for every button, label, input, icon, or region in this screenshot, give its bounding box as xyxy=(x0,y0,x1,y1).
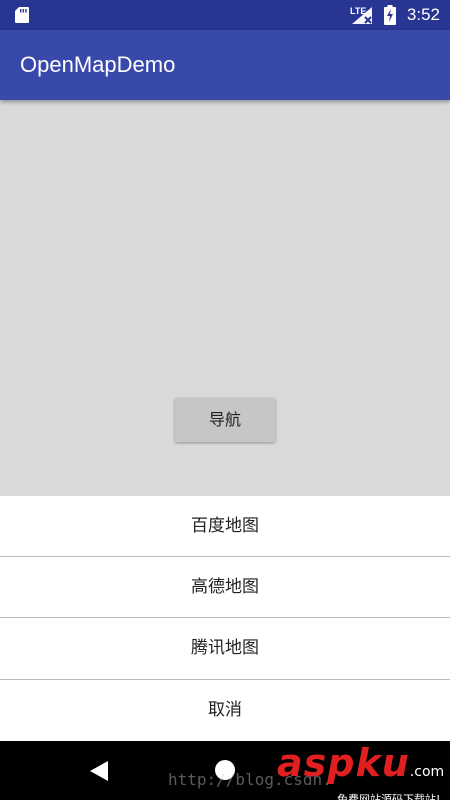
app-bar: OpenMapDemo xyxy=(0,30,450,100)
main-content: 导航 xyxy=(0,100,450,496)
watermark-logo: aspku.com 免费网站源码下载站! xyxy=(277,741,444,800)
amap-option[interactable]: 高德地图 xyxy=(0,557,450,617)
tencent-map-option[interactable]: 腾讯地图 xyxy=(0,618,450,678)
watermark-brand-asp: asp xyxy=(277,741,356,785)
status-bar: LTE 3:52 xyxy=(0,0,450,30)
lte-signal-icon: LTE xyxy=(350,6,372,24)
sd-card-icon xyxy=(15,7,29,23)
navigate-button[interactable]: 导航 xyxy=(175,398,275,442)
battery-charging-icon xyxy=(384,5,396,25)
app-title: OpenMapDemo xyxy=(20,52,176,77)
baidu-map-option[interactable]: 百度地图 xyxy=(0,496,450,556)
cancel-option[interactable]: 取消 xyxy=(0,680,450,740)
status-clock: 3:52 xyxy=(406,5,440,24)
watermark-brand-tld: .com xyxy=(409,764,445,780)
watermark-slogan: 免费网站源码下载站! xyxy=(337,793,441,800)
watermark-brand: aspku.com xyxy=(277,741,444,791)
app-screen: LTE 3:52 OpenMapDemo 导航 百度地图 高德地图 腾讯地图 取… xyxy=(0,0,450,800)
back-icon[interactable] xyxy=(88,759,110,783)
map-chooser-sheet: 百度地图 高德地图 腾讯地图 取消 xyxy=(0,496,450,741)
watermark-brand-ku: ku xyxy=(355,741,410,785)
